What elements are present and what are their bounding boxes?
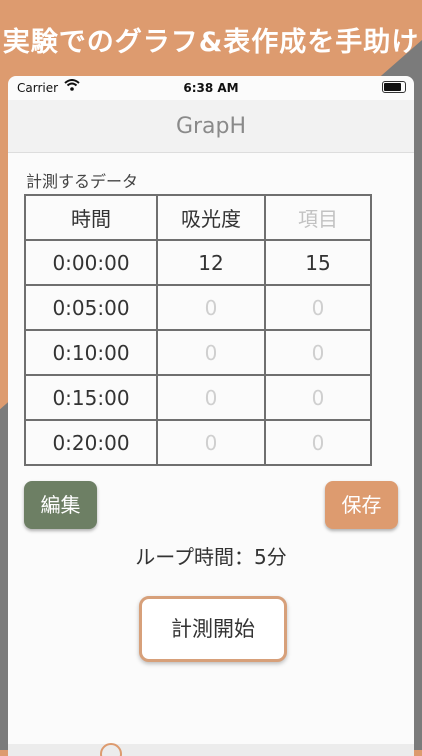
banner-caption: 実験でのグラフ&表作成を手助け xyxy=(2,27,420,58)
cell-absorbance[interactable]: 0 xyxy=(156,374,266,421)
cell-absorbance[interactable]: 0 xyxy=(156,284,266,331)
cell-time[interactable]: 0:00:00 xyxy=(24,239,158,286)
cell-item[interactable]: 0 xyxy=(264,374,372,421)
cell-absorbance[interactable]: 12 xyxy=(156,239,266,286)
battery-icon xyxy=(382,81,406,93)
table-row: 0:05:00 0 0 xyxy=(24,284,372,331)
cell-item[interactable]: 15 xyxy=(264,239,372,286)
cell-time[interactable]: 0:10:00 xyxy=(24,329,158,376)
table-row: 0:15:00 0 0 xyxy=(24,374,372,421)
cell-time[interactable]: 0:05:00 xyxy=(24,284,158,331)
table-row: 0:10:00 0 0 xyxy=(24,329,372,376)
table-row: 0:20:00 0 0 xyxy=(24,419,372,466)
cell-item[interactable]: 0 xyxy=(264,419,372,466)
status-time: 6:38 AM xyxy=(183,81,239,95)
header-absorbance[interactable]: 吸光度 xyxy=(156,194,266,241)
cell-item[interactable]: 0 xyxy=(264,284,372,331)
edit-button[interactable]: 編集 xyxy=(24,481,97,529)
status-bar: Carrier 6:38 AM xyxy=(8,76,414,100)
cell-time[interactable]: 0:20:00 xyxy=(24,419,158,466)
save-button[interactable]: 保存 xyxy=(325,481,398,529)
cell-item[interactable]: 0 xyxy=(264,329,372,376)
navigation-bar: GrapH xyxy=(8,100,414,153)
cell-absorbance[interactable]: 0 xyxy=(156,329,266,376)
data-table: 時間 吸光度 項目 0:00:00 12 15 0:05:00 0 0 0:10… xyxy=(24,194,372,466)
phone-screen: Carrier 6:38 AM GrapH 計測するデータ 時間 吸光度 項目 … xyxy=(8,76,414,756)
table-row: 0:00:00 12 15 xyxy=(24,239,372,286)
cell-time[interactable]: 0:15:00 xyxy=(24,374,158,421)
tab-bar xyxy=(8,743,414,756)
start-measurement-button[interactable]: 計測開始 xyxy=(139,596,287,662)
cell-absorbance[interactable]: 0 xyxy=(156,419,266,466)
section-label: 計測するデータ xyxy=(26,172,139,191)
nav-title: GrapH xyxy=(175,114,247,139)
header-time[interactable]: 時間 xyxy=(24,194,158,241)
loop-time-label: ループ時間：5分 xyxy=(135,545,287,569)
table-header-row: 時間 吸光度 項目 xyxy=(24,194,372,241)
header-item[interactable]: 項目 xyxy=(264,194,372,241)
